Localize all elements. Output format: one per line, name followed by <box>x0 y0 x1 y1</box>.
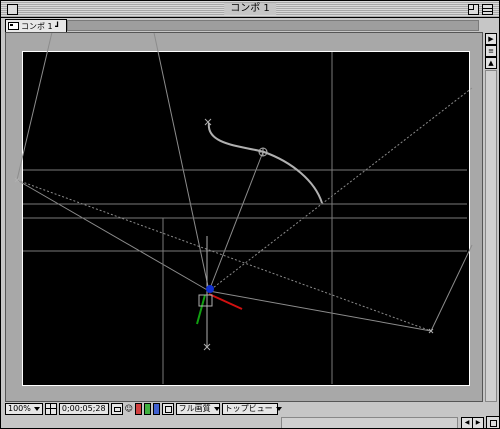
horizontal-scroll-row: ◀ ▶ <box>1 416 484 428</box>
magnification-dropdown[interactable]: 100% <box>5 403 43 415</box>
collapse-box[interactable] <box>482 4 493 15</box>
camera-frustum-line <box>153 33 210 292</box>
camera-frustum-line <box>208 290 432 332</box>
magnification-value: 100% <box>8 404 31 413</box>
motion-path <box>207 122 323 204</box>
view-value: トップビュー <box>224 404 273 413</box>
chevron-down-icon <box>275 407 282 411</box>
timecode-value: 0;00;05;28 <box>61 404 106 413</box>
scroll-right-icon[interactable]: ▶ <box>472 417 484 428</box>
green-channel-icon[interactable] <box>143 403 151 415</box>
composition-icon <box>8 22 19 30</box>
viewer-footer: 100% 0;00;05;28 ☺ フル画質 トップビュー <box>1 403 487 415</box>
tab-strip <box>67 20 479 31</box>
chevron-down-icon <box>213 407 220 411</box>
title-bar[interactable]: コンポ 1 <box>1 1 499 18</box>
flowchart-arrow-icon[interactable]: ▶ <box>485 33 497 45</box>
axis-z-handle <box>206 285 214 293</box>
camera-target-line <box>208 151 264 292</box>
composition-viewer <box>5 32 483 402</box>
window-title: コンポ 1 <box>224 3 276 15</box>
person-icon[interactable]: ☺ <box>125 404 133 414</box>
axis-y <box>196 294 206 325</box>
resize-grip[interactable] <box>486 416 499 428</box>
scroll-arrow-icon[interactable]: ▲ <box>485 57 497 69</box>
camera-icon[interactable] <box>110 403 123 415</box>
tab-label: コンポ 1 ┛ <box>21 21 60 31</box>
right-rail: ▶ ≡ ▲ <box>484 32 498 428</box>
blue-channel-icon[interactable] <box>152 403 160 415</box>
zoom-box[interactable] <box>468 4 479 15</box>
panel-menu-icon[interactable]: ≡ <box>485 45 497 57</box>
grid-icon[interactable] <box>44 403 57 415</box>
vertical-scrollbar[interactable] <box>485 70 497 402</box>
scene-overlay <box>14 33 473 384</box>
region-of-interest-icon[interactable] <box>161 403 174 415</box>
red-channel-icon[interactable] <box>134 403 142 415</box>
tab-row: コンポ 1 ┛ <box>1 18 499 32</box>
composition-window: コンポ 1 コンポ 1 ┛ ▶ ≡ ▲ 100% 0;00;05;28 ☺ フル… <box>0 0 500 429</box>
horizontal-scrollbar[interactable] <box>281 417 458 428</box>
resolution-dropdown[interactable]: フル画質 <box>175 403 220 415</box>
timecode-field[interactable]: 0;00;05;28 <box>58 403 109 415</box>
camera-frustum-line <box>16 33 53 181</box>
camera-frustum-line <box>16 179 210 292</box>
resolution-value: フル画質 <box>178 404 211 413</box>
view-dropdown[interactable]: トップビュー <box>221 403 282 415</box>
camera-frustum-line <box>16 179 432 332</box>
chevron-down-icon <box>33 407 40 411</box>
tab-composition[interactable]: コンポ 1 ┛ <box>5 19 67 32</box>
camera-frustum-line <box>430 244 473 332</box>
close-box[interactable] <box>7 4 18 15</box>
